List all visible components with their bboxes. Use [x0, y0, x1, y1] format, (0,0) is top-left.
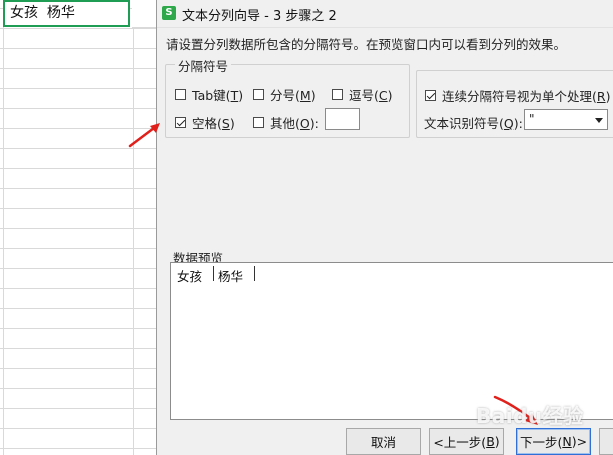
space-checkbox-label: 空格(S) [192, 116, 235, 131]
consecutive-checkbox-box[interactable] [425, 90, 436, 101]
baidu-watermark: Baidu经验 [476, 404, 584, 428]
column-break-line[interactable] [254, 266, 255, 281]
other-delimiter-input[interactable] [325, 108, 360, 130]
sheet-gridlines [0, 0, 158, 455]
comma-checkbox[interactable]: 逗号(C) [332, 85, 393, 104]
other-checkbox[interactable]: 其他(O): [253, 113, 319, 132]
consecutive-delimiters-checkbox[interactable]: 连续分隔符号视为单个处理(R) [425, 86, 610, 105]
delimiters-legend: 分隔符号 [175, 56, 232, 75]
spreadsheet-area: 女孩 杨华 [0, 0, 158, 455]
text-to-columns-dialog: S 文本分列向导 - 3 步骤之 2 请设置分列数据所包含的分隔符号。在预览窗口… [156, 0, 613, 455]
dialog-titlebar[interactable]: S 文本分列向导 - 3 步骤之 2 [157, 0, 613, 28]
text-qualifier-label: 文本识别符号(Q): [424, 116, 523, 131]
next-button[interactable]: 下一步(N)> [516, 428, 591, 455]
space-checkbox[interactable]: 空格(S) [175, 113, 235, 132]
cancel-button[interactable]: 取消 [346, 428, 421, 455]
semicolon-checkbox[interactable]: 分号(M) [253, 85, 316, 104]
preview-column-1: 女孩 [177, 269, 203, 284]
wps-app-icon: S [162, 6, 176, 20]
consecutive-checkbox-label: 连续分隔符号视为单个处理(R) [442, 89, 611, 104]
semicolon-checkbox-label: 分号(M) [270, 88, 316, 103]
other-checkbox-label: 其他(O): [270, 116, 319, 131]
tab-checkbox[interactable]: Tab键(T) [175, 85, 243, 104]
text-qualifier-select[interactable]: " [524, 109, 608, 130]
comma-checkbox-label: 逗号(C) [349, 88, 393, 103]
space-checkbox-box[interactable] [175, 117, 186, 128]
chevron-down-icon[interactable] [595, 118, 603, 123]
instruction-text: 请设置分列数据所包含的分隔符号。在预览窗口内可以看到分列的效果。 [166, 37, 567, 52]
cell-a1[interactable]: 女孩 杨华 [3, 0, 130, 27]
back-button[interactable]: <上一步(B) [429, 428, 504, 455]
column-break-line[interactable] [213, 266, 214, 281]
finish-button[interactable] [599, 428, 613, 455]
annotation-arrow-icon [128, 123, 160, 148]
other-checkbox-box[interactable] [253, 117, 264, 128]
tab-checkbox-box[interactable] [175, 89, 186, 100]
cell-b1[interactable] [132, 0, 158, 28]
comma-checkbox-box[interactable] [332, 89, 343, 100]
preview-column-2: 杨华 [218, 269, 244, 284]
tab-checkbox-label: Tab键(T) [192, 88, 244, 103]
semicolon-checkbox-box[interactable] [253, 89, 264, 100]
dialog-title: 文本分列向导 - 3 步骤之 2 [182, 9, 337, 24]
data-preview-box[interactable]: 女孩 杨华 [170, 262, 613, 420]
text-qualifier-value: " [529, 112, 535, 126]
